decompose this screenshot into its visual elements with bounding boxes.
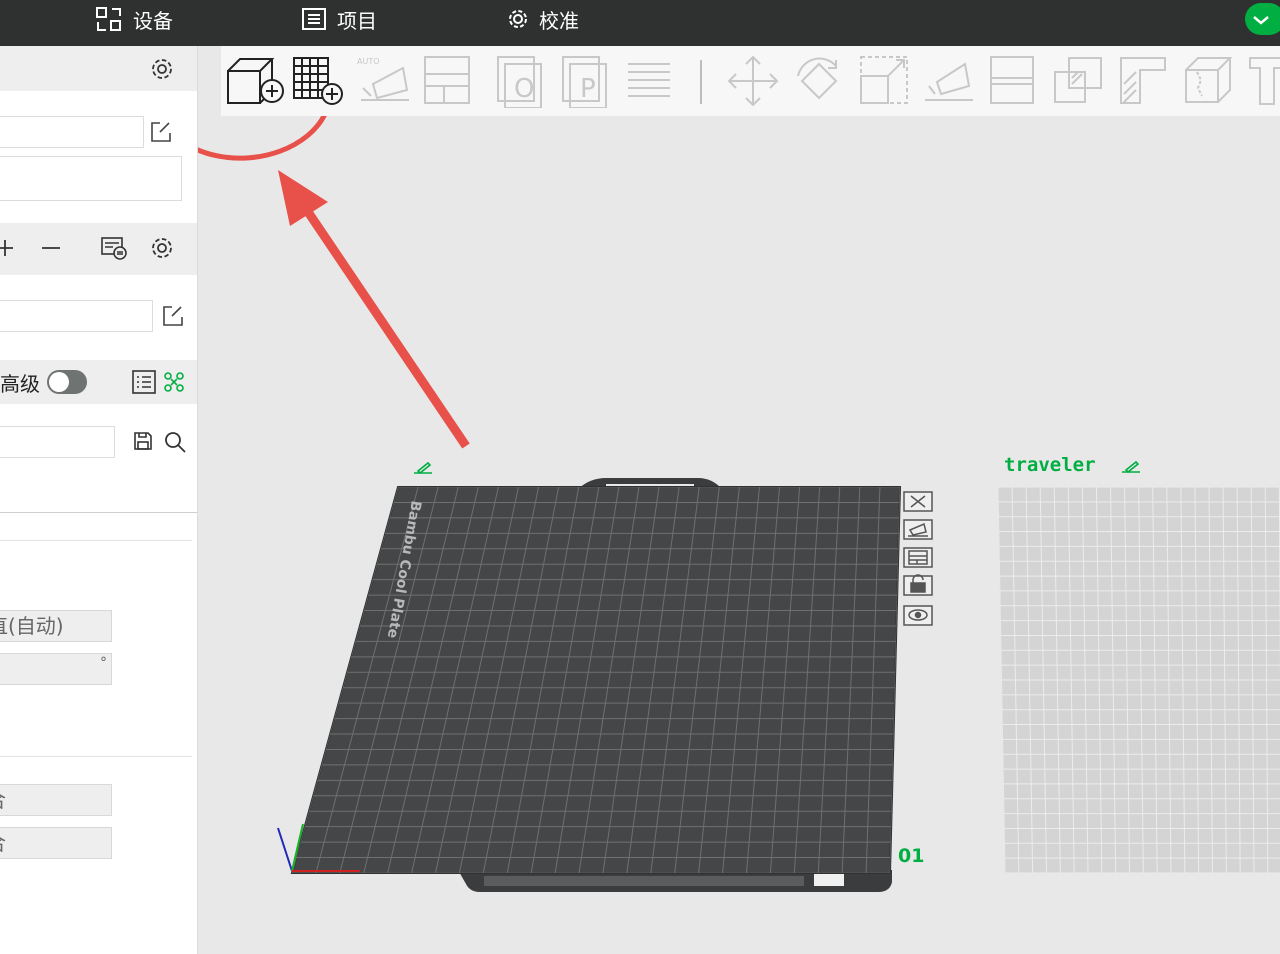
build-plate-2[interactable]: traveler [998, 454, 1280, 873]
filament-sync-icon[interactable] [100, 235, 128, 261]
account-button[interactable] [1245, 3, 1280, 35]
minus-icon[interactable] [40, 237, 62, 259]
nav-calibration[interactable]: 校准 [507, 0, 579, 38]
compare-icon[interactable] [162, 370, 186, 394]
plate-2-name: traveler [1004, 454, 1096, 476]
field-b-text: 合 [0, 828, 6, 858]
annotation-arrow-head [278, 170, 328, 226]
support-paint-icon[interactable] [1118, 54, 1168, 108]
plate-surface [290, 486, 902, 874]
top-bar: 设备 项目 校准 [0, 0, 1280, 46]
arrange-icon[interactable] [422, 54, 472, 108]
device-icon [96, 7, 121, 31]
edit-icon[interactable] [149, 120, 173, 144]
calibration-icon [509, 10, 527, 28]
rotate-icon[interactable] [792, 54, 846, 108]
field-a-text: 合 [0, 785, 6, 815]
process-select[interactable] [0, 426, 115, 458]
nav-device[interactable]: 设备 [95, 0, 173, 38]
project-list-icon [302, 8, 326, 30]
bottom-white-tag [814, 874, 844, 886]
field-b[interactable]: 合 [0, 827, 112, 859]
nav-project[interactable]: 项目 [301, 0, 377, 38]
toggle-knob [49, 372, 69, 392]
svg-text:AUTO: AUTO [357, 57, 380, 66]
filament-select[interactable] [0, 300, 153, 332]
seam-paint-icon[interactable] [1183, 54, 1235, 108]
nav-device-label: 设备 [133, 8, 173, 33]
printer-select[interactable] [0, 116, 144, 148]
plates-canvas: Bambu Cool Plate 01 traveler [198, 116, 1280, 892]
edit-icon[interactable] [161, 304, 185, 328]
field-a[interactable]: 合 [0, 784, 112, 816]
bottom-label-strip [484, 876, 804, 886]
plate-number: 01 [898, 845, 924, 867]
advanced-label: 高级 [0, 372, 40, 396]
angle-field[interactable]: ° [0, 653, 112, 685]
auto-value-text: 直(自动) [0, 614, 64, 638]
list-icon[interactable] [131, 369, 157, 395]
svg-text:P: P [580, 74, 596, 104]
annotation-overlay [198, 116, 470, 449]
divider [0, 756, 192, 757]
plus-icon[interactable] [0, 237, 16, 259]
build-plate-1[interactable]: Bambu Cool Plate 01 [277, 461, 924, 892]
main-toolbar: AUTO O P [221, 46, 1280, 116]
lay-on-face-icon[interactable] [921, 54, 977, 108]
cut-icon[interactable] [988, 54, 1036, 108]
save-icon[interactable] [132, 430, 154, 452]
plate-settings-icon[interactable] [903, 605, 933, 626]
left-sidebar: 高级 直(自动) ° 合 合 [0, 46, 198, 954]
auto-orient-plate-icon[interactable] [903, 519, 933, 540]
nav-calibration-label: 校准 [539, 8, 579, 33]
add-plate-icon[interactable] [292, 54, 346, 108]
layer-editing-icon[interactable] [626, 54, 672, 108]
close-plate-icon[interactable] [903, 491, 933, 512]
gear-icon[interactable] [149, 56, 175, 82]
chevron-down-icon [1253, 16, 1269, 25]
toolbar-separator [700, 60, 702, 104]
divider [0, 540, 192, 541]
text-icon[interactable] [1247, 54, 1280, 108]
split-parts-icon[interactable]: P [560, 54, 610, 108]
filament-section-header [0, 223, 197, 275]
edit-plate-name-icon[interactable] [414, 461, 432, 475]
annotation-arrow-shaft [296, 197, 470, 449]
split-objects-icon[interactable]: O [495, 54, 545, 108]
plate-type-select[interactable] [0, 156, 182, 201]
degree-unit: ° [100, 655, 107, 671]
edit-plate-2-name-icon[interactable] [1122, 460, 1140, 474]
plate-side-controls [903, 491, 933, 626]
annotation-circle [198, 116, 333, 161]
divider [0, 512, 197, 513]
add-object-icon[interactable] [226, 54, 286, 108]
process-section-header: 高级 [0, 360, 197, 404]
arrange-plate-icon[interactable] [903, 547, 933, 568]
svg-text:O: O [514, 74, 534, 104]
advanced-toggle[interactable] [47, 370, 87, 394]
move-icon[interactable] [726, 54, 780, 108]
scale-icon[interactable] [858, 54, 910, 108]
lock-plate-icon[interactable] [903, 574, 933, 596]
3d-viewport[interactable]: Bambu Cool Plate 01 traveler [198, 116, 1280, 954]
printer-section-header [0, 46, 197, 91]
gear-icon[interactable] [149, 235, 175, 261]
nav-project-label: 项目 [337, 8, 377, 33]
boolean-icon[interactable] [1052, 54, 1104, 108]
search-icon[interactable] [163, 430, 187, 454]
auto-value-field[interactable]: 直(自动) [0, 610, 112, 642]
auto-orient-icon[interactable]: AUTO [355, 54, 413, 108]
